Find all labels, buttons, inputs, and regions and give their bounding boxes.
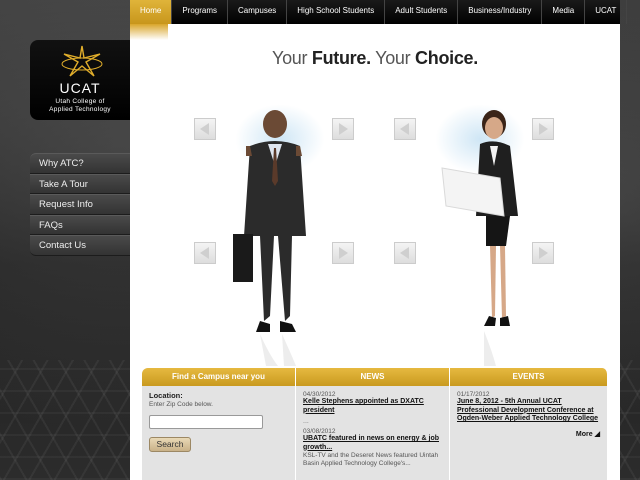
news-headline-link[interactable]: Kelle Stephens appointed as DXATC presid… bbox=[303, 398, 442, 415]
top-navigation: Home Programs Campuses High School Stude… bbox=[130, 0, 628, 24]
news-panel: NEWS 04/30/2012 Kelle Stephens appointed… bbox=[296, 368, 450, 480]
campus-finder-heading: Find a Campus near you bbox=[142, 368, 295, 386]
events-heading: EVENTS bbox=[450, 368, 607, 386]
events-panel: EVENTS 01/17/2012 June 8, 2012 - 5th Ann… bbox=[450, 368, 608, 480]
sidebar-item-contact-us[interactable]: Contact Us bbox=[30, 235, 130, 256]
right-arrow-icon[interactable] bbox=[332, 118, 354, 140]
news-heading: NEWS bbox=[296, 368, 449, 386]
right-arrow-icon[interactable] bbox=[332, 242, 354, 264]
hero-banner bbox=[190, 104, 570, 394]
nav-programs[interactable]: Programs bbox=[172, 0, 229, 24]
news-headline-link[interactable]: UBATC featured in news on energy & job g… bbox=[303, 435, 442, 452]
zip-hint: Enter Zip Code below. bbox=[149, 401, 213, 408]
nav-media[interactable]: Media bbox=[542, 0, 586, 24]
tagline-your-2: Your bbox=[370, 48, 416, 68]
nav-high-school-students[interactable]: High School Students bbox=[287, 0, 386, 24]
news-snippet: ... bbox=[303, 418, 309, 425]
zip-code-input[interactable] bbox=[149, 415, 263, 429]
logo-subtitle-line-2: Applied Technology bbox=[49, 106, 111, 113]
sidebar-item-request-info[interactable]: Request Info bbox=[30, 194, 130, 215]
left-arrow-icon[interactable] bbox=[394, 242, 416, 264]
logo-name: UCAT bbox=[59, 80, 101, 96]
left-arrow-icon[interactable] bbox=[394, 118, 416, 140]
student-woman-image bbox=[441, 110, 518, 366]
news-snippet: KSL-TV and the Deseret News featured Uin… bbox=[303, 452, 439, 467]
main-content: Your Future. Your Choice. Find a Campus … bbox=[130, 24, 620, 480]
corner-arrow-icon: ◢ bbox=[594, 430, 600, 438]
more-label: More bbox=[575, 430, 593, 438]
sidebar-item-take-a-tour[interactable]: Take A Tour bbox=[30, 173, 130, 194]
tagline-your-1: Your bbox=[272, 48, 312, 68]
star-burst-icon bbox=[61, 45, 103, 77]
nav-home[interactable]: Home bbox=[130, 0, 173, 24]
side-navigation: Why ATC? Take A Tour Request Info FAQs C… bbox=[30, 153, 130, 256]
ucat-logo[interactable]: UCAT Utah College of Applied Technology bbox=[30, 40, 130, 120]
news-date: 03/08/2012 bbox=[303, 428, 336, 435]
more-events-link[interactable]: More ◢ bbox=[457, 430, 600, 438]
tagline-choice: Choice. bbox=[415, 48, 478, 68]
left-arrow-icon[interactable] bbox=[194, 242, 216, 264]
nav-business-industry[interactable]: Business/Industry bbox=[458, 0, 543, 24]
logo-subtitle-line-1: Utah College of bbox=[55, 98, 105, 105]
nav-ucat[interactable]: UCAT bbox=[585, 0, 628, 24]
location-label: Location: bbox=[149, 391, 183, 400]
info-bar: Find a Campus near you Location: Enter Z… bbox=[142, 368, 608, 480]
event-date: 01/17/2012 bbox=[457, 391, 490, 398]
campus-finder-panel: Find a Campus near you Location: Enter Z… bbox=[142, 368, 296, 480]
logo-subtitle: Utah College of Applied Technology bbox=[30, 98, 130, 114]
tagline-future: Future. bbox=[311, 48, 371, 68]
sidebar-item-why-atc[interactable]: Why ATC? bbox=[30, 153, 130, 174]
nav-campuses[interactable]: Campuses bbox=[228, 0, 288, 24]
student-man-image bbox=[233, 110, 306, 366]
event-headline-link[interactable]: June 8, 2012 - 5th Annual UCAT Professio… bbox=[457, 398, 600, 424]
hero-tagline: Your Future. Your Choice. bbox=[130, 48, 620, 69]
nav-adult-students[interactable]: Adult Students bbox=[385, 0, 459, 24]
active-tab-indicator bbox=[130, 24, 168, 40]
search-button[interactable]: Search bbox=[149, 437, 191, 452]
left-arrow-icon[interactable] bbox=[194, 118, 216, 140]
news-date: 04/30/2012 bbox=[303, 391, 336, 398]
sidebar-item-faqs[interactable]: FAQs bbox=[30, 214, 130, 235]
